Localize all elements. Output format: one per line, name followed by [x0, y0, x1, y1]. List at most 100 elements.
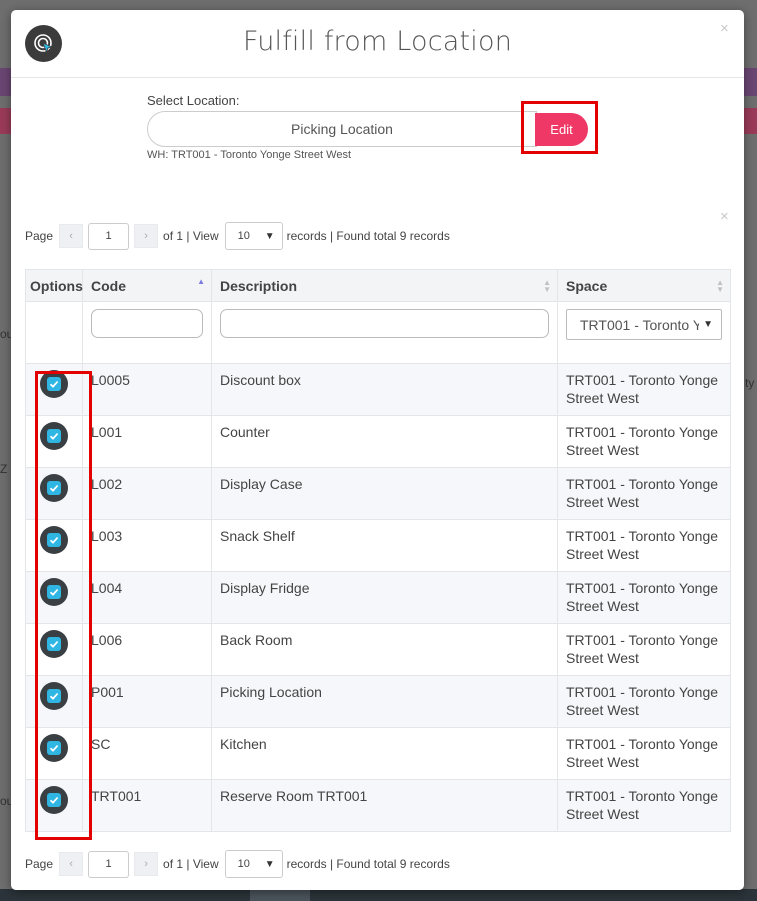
- table-row: SC Kitchen TRT001 - Toronto Yonge Street W…: [25, 727, 731, 780]
- background-footer: [0, 889, 757, 901]
- location-input[interactable]: [147, 111, 537, 147]
- select-checkbox[interactable]: [40, 422, 68, 450]
- locations-table: Options Code ▲ Description ▲ ▼ Space ▲ ▼ TRT0…: [25, 269, 731, 832]
- filter-description-cell: [211, 301, 558, 364]
- background-footer-tab: [250, 889, 310, 901]
- view-count-value: 10: [237, 858, 250, 870]
- sort-asc-icon: ▲: [197, 277, 205, 286]
- checkmark-icon: [47, 429, 61, 443]
- chevron-down-icon: ▼: [264, 230, 275, 242]
- space-cell: TRT001 - Toronto Yonge Street West: [557, 571, 731, 624]
- warehouse-text: WH: TRT001 - Toronto Yonge Street West: [147, 149, 352, 161]
- location-selector: Select Location: Edit WH: TRT001 - Toron…: [147, 93, 607, 161]
- space-cell: TRT001 - Toronto Yonge Street West: [557, 415, 731, 468]
- select-checkbox[interactable]: [40, 526, 68, 554]
- table-row: L003 Snack Shelf TRT001 - Toronto Yonge St…: [25, 519, 731, 572]
- options-cell: [25, 467, 83, 520]
- table-row: L004 Display Fridge TRT001 - Toronto Yonge…: [25, 571, 731, 624]
- space-cell: TRT001 - Toronto Yonge Street West: [557, 779, 731, 832]
- space-filter-select[interactable]: TRT001 - Toronto Yonge Street West ▼: [566, 309, 722, 340]
- header-options: Options: [25, 269, 83, 302]
- filter-code-cell: [82, 301, 212, 364]
- select-checkbox[interactable]: [40, 734, 68, 762]
- chevron-down-icon: ▼: [703, 319, 713, 330]
- table-row: TRT001 Reserve Room TRT001 TRT001 - Toront…: [25, 779, 731, 832]
- table-row: L001 Counter TRT001 - Toronto Yonge Street…: [25, 415, 731, 468]
- space-cell: TRT001 - Toronto Yonge Street West: [557, 519, 731, 572]
- options-cell: [25, 623, 83, 676]
- page-of-text: of 1 | View: [163, 229, 219, 243]
- page-input[interactable]: [88, 222, 130, 250]
- checkmark-icon: [47, 637, 61, 651]
- modal-header: Fulfill from Location ×: [11, 10, 744, 78]
- prev-page-button[interactable]: ‹: [59, 224, 84, 248]
- prev-page-button[interactable]: ‹: [59, 852, 84, 876]
- filter-space-cell: TRT001 - Toronto Yonge Street West ▼: [557, 301, 731, 364]
- space-cell: TRT001 - Toronto Yonge Street West: [557, 467, 731, 520]
- code-cell: L002: [82, 467, 212, 520]
- description-cell: Back Room: [211, 623, 558, 676]
- view-count-select[interactable]: 10 ▼: [224, 222, 283, 250]
- select-checkbox[interactable]: [40, 786, 68, 814]
- code-cell: P001: [82, 675, 212, 728]
- code-cell: TRT001: [82, 779, 212, 832]
- select-checkbox[interactable]: [40, 370, 68, 398]
- select-checkbox[interactable]: [40, 682, 68, 710]
- chevron-down-icon: ▼: [264, 858, 275, 870]
- checkmark-icon: [47, 377, 61, 391]
- header-description[interactable]: Description ▲ ▼: [211, 269, 558, 302]
- table-row: L0005 Discount box TRT001 - Toronto Yonge …: [25, 363, 731, 416]
- code-cell: L001: [82, 415, 212, 468]
- options-cell: [25, 571, 83, 624]
- close-icon[interactable]: ×: [720, 20, 729, 37]
- description-cell: Discount box: [211, 363, 558, 416]
- options-cell: [25, 779, 83, 832]
- space-cell: TRT001 - Toronto Yonge Street West: [557, 623, 731, 676]
- edit-location-button[interactable]: Edit: [535, 113, 588, 146]
- code-cell: L0005: [82, 363, 212, 416]
- sort-arrows-icon: ▲ ▼: [716, 278, 724, 294]
- checkmark-icon: [47, 689, 61, 703]
- code-cell: L006: [82, 623, 212, 676]
- code-cell: L003: [82, 519, 212, 572]
- pager-top: Page ‹ › of 1 | View 10 ▼ records | Foun…: [25, 222, 450, 250]
- background-text: Z: [0, 462, 8, 476]
- close-icon[interactable]: ×: [720, 208, 729, 225]
- table-row: L006 Back Room TRT001 - Toronto Yonge Stre…: [25, 623, 731, 676]
- filter-row: TRT001 - Toronto Yonge Street West ▼: [25, 301, 731, 364]
- checkmark-icon: [47, 741, 61, 755]
- table-row: P001 Picking Location TRT001 - Toronto Yon…: [25, 675, 731, 728]
- page-label: Page: [25, 229, 54, 243]
- records-text: records | Found total 9 records: [286, 857, 450, 871]
- options-cell: [25, 415, 83, 468]
- options-cell: [25, 363, 83, 416]
- code-cell: SC: [82, 727, 212, 780]
- table-row: L002 Display Case TRT001 - Toronto Yonge S…: [25, 467, 731, 520]
- space-cell: TRT001 - Toronto Yonge Street West: [557, 727, 731, 780]
- location-label: Select Location:: [147, 93, 240, 108]
- pager-bottom: Page ‹ › of 1 | View 10 ▼ records | Foun…: [25, 850, 450, 878]
- page-input[interactable]: [88, 850, 130, 878]
- view-count-value: 10: [237, 230, 250, 242]
- select-checkbox[interactable]: [40, 474, 68, 502]
- space-filter-value: TRT001 - Toronto Yonge Street West: [580, 316, 699, 333]
- next-page-button[interactable]: ›: [134, 224, 159, 248]
- header-space[interactable]: Space ▲ ▼: [557, 269, 731, 302]
- code-filter-input[interactable]: [91, 309, 203, 338]
- select-checkbox[interactable]: [40, 578, 68, 606]
- next-page-button[interactable]: ›: [134, 852, 159, 876]
- description-cell: Reserve Room TRT001: [211, 779, 558, 832]
- background-text: ty: [745, 376, 755, 390]
- view-count-select[interactable]: 10 ▼: [224, 850, 283, 878]
- description-cell: Display Case: [211, 467, 558, 520]
- options-cell: [25, 727, 83, 780]
- description-cell: Snack Shelf: [211, 519, 558, 572]
- select-checkbox[interactable]: [40, 630, 68, 658]
- records-text: records | Found total 9 records: [286, 229, 450, 243]
- description-filter-input[interactable]: [220, 309, 549, 338]
- code-cell: L004: [82, 571, 212, 624]
- options-cell: [25, 519, 83, 572]
- description-cell: Display Fridge: [211, 571, 558, 624]
- page-of-text: of 1 | View: [163, 857, 219, 871]
- header-code[interactable]: Code ▲: [82, 269, 212, 302]
